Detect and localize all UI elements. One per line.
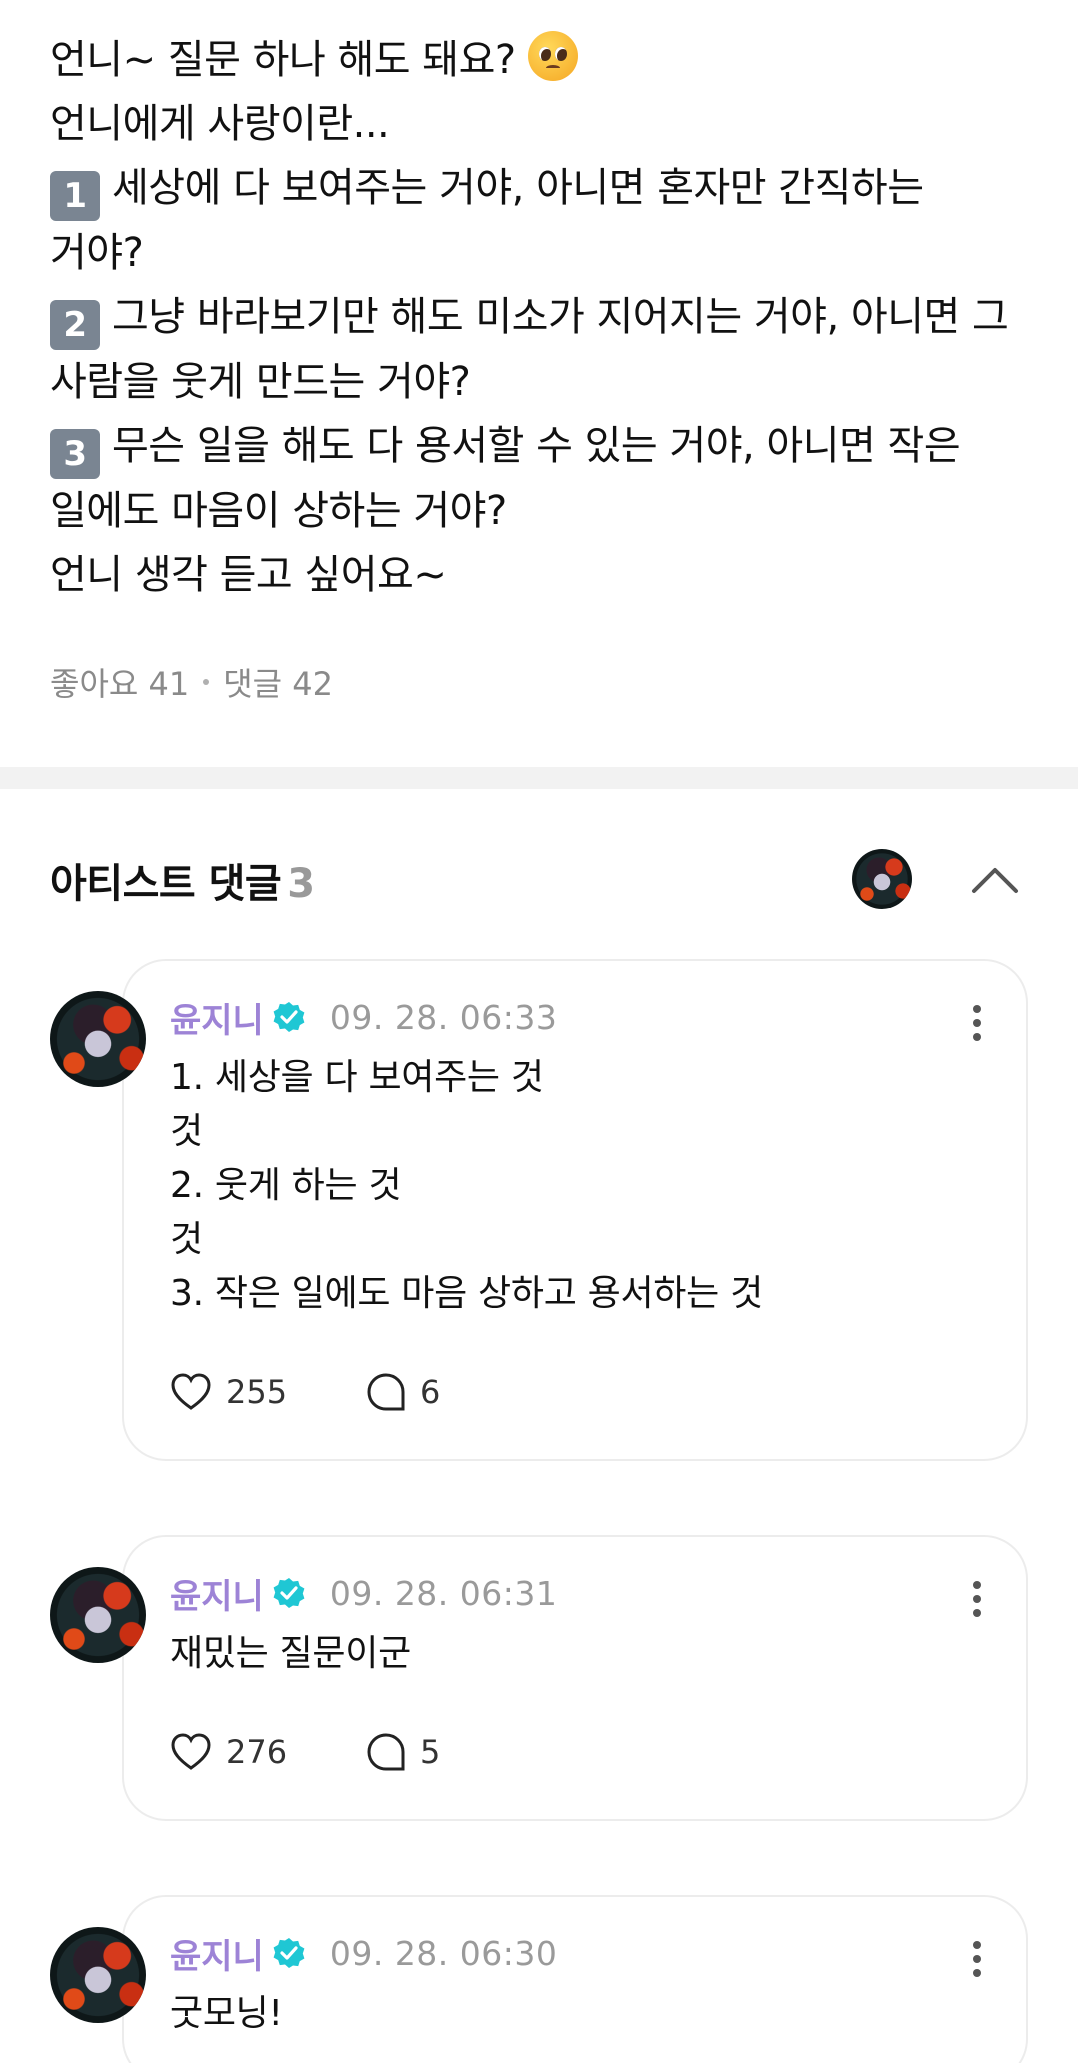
post-question-3-cont: 일에도 마음이 상하는 거야? bbox=[50, 488, 507, 534]
artist-comments-title: 아티스트 댓글 3 bbox=[50, 861, 315, 907]
post-closing: 언니 생각 듣고 싶어요~ bbox=[50, 552, 447, 598]
comment-actions: 276 5 bbox=[170, 1725, 980, 1779]
keycap-2-icon: 2 bbox=[50, 300, 100, 350]
comment-author[interactable]: 윤지니 bbox=[170, 1569, 264, 1618]
comment-card[interactable]: 윤지니 09. 28. 06:30 굿모닝! bbox=[122, 1895, 1028, 2063]
comment-timestamp: 09. 28. 06:30 bbox=[329, 1933, 558, 1973]
comment-header: 윤지니 09. 28. 06:30 bbox=[170, 1929, 980, 1978]
reply-count: 5 bbox=[420, 1733, 441, 1771]
like-count: 255 bbox=[226, 1373, 288, 1411]
comment-author[interactable]: 윤지니 bbox=[170, 1929, 264, 1978]
like-count: 276 bbox=[226, 1733, 288, 1771]
avatar-image bbox=[852, 849, 912, 909]
more-vertical-icon-dot bbox=[973, 1019, 981, 1027]
more-vertical-icon bbox=[973, 1581, 981, 1589]
verified-badge-icon bbox=[273, 1938, 305, 1968]
post-like-count[interactable]: 좋아요 41 bbox=[50, 659, 189, 705]
artist-comment: 윤지니 09. 28. 06:31 재밌는 질문이군 276 5 bbox=[50, 1535, 1028, 1821]
keycap-1-icon: 1 bbox=[50, 171, 100, 221]
more-vertical-icon-dot bbox=[973, 1955, 981, 1963]
avatar-image bbox=[50, 1567, 146, 1663]
reply-count: 6 bbox=[420, 1373, 441, 1411]
avatar-image bbox=[50, 1927, 146, 2023]
comment-card[interactable]: 윤지니 09. 28. 06:31 재밌는 질문이군 276 5 bbox=[122, 1535, 1028, 1821]
artist-comments-count: 3 bbox=[287, 861, 315, 907]
heart-icon bbox=[171, 1373, 211, 1410]
artist-avatar[interactable] bbox=[852, 849, 912, 909]
more-options-button[interactable] bbox=[972, 1941, 982, 1981]
more-vertical-icon bbox=[973, 1005, 981, 1013]
keycap-3-icon: 3 bbox=[50, 429, 100, 479]
reply-button[interactable]: 5 bbox=[366, 1732, 440, 1772]
comment-bubble-icon bbox=[367, 1733, 405, 1771]
post-question-2: 2 그냥 바라보기만 해도 미소가 지어지는 거야, 아니면 그 bbox=[50, 285, 1028, 350]
more-vertical-icon bbox=[973, 1941, 981, 1949]
avatar[interactable] bbox=[50, 991, 146, 1087]
section-divider bbox=[0, 767, 1078, 789]
heart-icon bbox=[171, 1733, 211, 1770]
more-vertical-icon-dot bbox=[973, 1609, 981, 1617]
chevron-up-icon bbox=[972, 868, 1018, 893]
comment-header: 윤지니 09. 28. 06:31 bbox=[170, 1569, 980, 1618]
comment-header: 윤지니 09. 28. 06:33 bbox=[170, 993, 980, 1042]
artist-comment: 윤지니 09. 28. 06:30 굿모닝! bbox=[50, 1895, 1028, 2063]
separator-dot bbox=[203, 679, 210, 685]
pleading-face-icon bbox=[527, 31, 578, 81]
post-line: 언니~ 질문 하나 해도 돼요? bbox=[50, 28, 1028, 92]
comment-text: 굿모닝! bbox=[170, 1993, 283, 2034]
comment-timestamp: 09. 28. 06:31 bbox=[329, 1573, 558, 1613]
comment-author[interactable]: 윤지니 bbox=[170, 993, 264, 1042]
post-question-2-cont: 사람을 웃게 만드는 거야? bbox=[50, 359, 471, 405]
avatar[interactable] bbox=[50, 1927, 146, 2023]
comment-actions: 255 6 bbox=[170, 1365, 980, 1419]
artist-comment: 윤지니 09. 28. 06:33 1. 세상을 다 보여주는 것 것 2. 웃… bbox=[50, 959, 1028, 1461]
more-options-button[interactable] bbox=[972, 1005, 982, 1045]
comment-text: 재밌는 질문이군 bbox=[170, 1633, 411, 1674]
reply-button[interactable]: 6 bbox=[366, 1372, 440, 1412]
post-line: 언니에게 사랑이란... bbox=[50, 101, 390, 147]
comment-text: 1. 세상을 다 보여주는 것 것 2. 웃게 하는 것 것 3. 작은 일에도… bbox=[170, 1057, 763, 1314]
more-vertical-icon-dot bbox=[973, 1969, 981, 1977]
post-comment-count[interactable]: 댓글 42 bbox=[223, 659, 333, 705]
avatar[interactable] bbox=[50, 1567, 146, 1663]
post-question-1-cont: 거야? bbox=[50, 230, 144, 276]
comment-bubble-icon bbox=[367, 1373, 405, 1411]
more-vertical-icon-dot bbox=[973, 1033, 981, 1041]
post-question-1: 1 세상에 다 보여주는 거야, 아니면 혼자만 간직하는 bbox=[50, 156, 1028, 221]
post-stats: 좋아요 41 댓글 42 bbox=[50, 659, 1028, 705]
more-options-button[interactable] bbox=[972, 1581, 982, 1621]
artist-comments-header: 아티스트 댓글 3 bbox=[0, 789, 1078, 959]
more-vertical-icon-dot bbox=[973, 1595, 981, 1603]
verified-badge-icon bbox=[273, 1002, 305, 1032]
comment-timestamp: 09. 28. 06:33 bbox=[329, 997, 558, 1037]
collapse-button[interactable] bbox=[970, 861, 1020, 897]
post-question-intro: 언니~ 질문 하나 해도 돼요? bbox=[50, 37, 516, 83]
like-button[interactable]: 276 bbox=[170, 1732, 366, 1772]
post-question-3: 3 무슨 일을 해도 다 용서할 수 있는 거야, 아니면 작은 bbox=[50, 414, 1028, 479]
post-body: 언니~ 질문 하나 해도 돼요? 언니에게 사랑이란... 1 세상에 다 보여주… bbox=[0, 0, 1078, 705]
comment-card[interactable]: 윤지니 09. 28. 06:33 1. 세상을 다 보여주는 것 것 2. 웃… bbox=[122, 959, 1028, 1461]
like-button[interactable]: 255 bbox=[170, 1372, 366, 1412]
verified-badge-icon bbox=[273, 1578, 305, 1608]
avatar-image bbox=[50, 991, 146, 1087]
